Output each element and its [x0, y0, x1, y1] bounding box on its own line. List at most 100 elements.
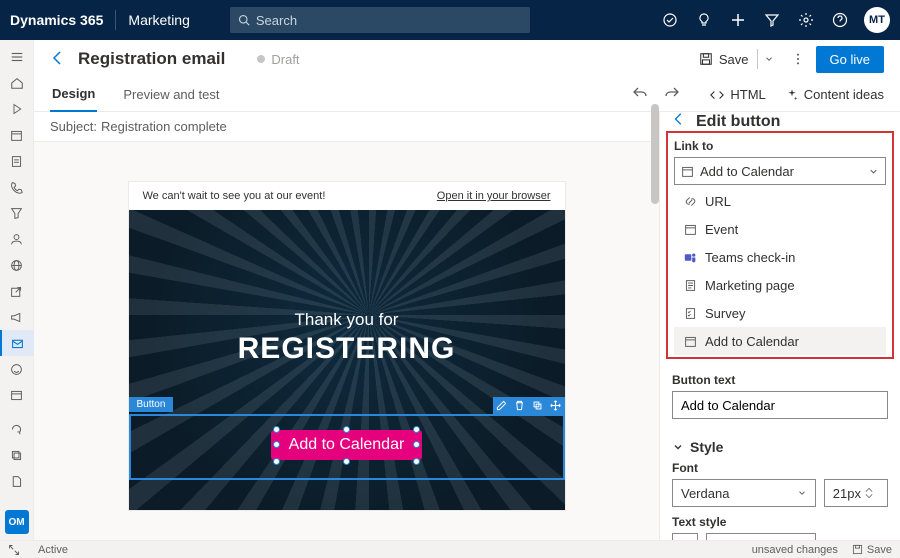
email-preview: We can't wait to see you at our event! O…	[129, 182, 565, 510]
rail-divider	[0, 408, 34, 416]
save-icon	[852, 544, 863, 555]
rail-export[interactable]	[0, 278, 34, 304]
button-text-input[interactable]	[672, 391, 888, 419]
tab-design[interactable]: Design	[50, 78, 97, 112]
om-badge[interactable]: OM	[5, 510, 29, 534]
chevron-down-icon	[797, 488, 807, 498]
chevron-down-icon	[868, 166, 879, 177]
save-icon	[699, 52, 713, 66]
rail-mail[interactable]	[0, 330, 34, 356]
duplicate-icon[interactable]	[529, 397, 547, 414]
rail-phone[interactable]	[0, 174, 34, 200]
status-save[interactable]: Save	[852, 544, 892, 556]
search-icon	[238, 14, 250, 26]
step-down-icon[interactable]	[865, 493, 873, 499]
hero-line1: Thank you for	[129, 310, 565, 330]
resize-handle[interactable]	[413, 441, 420, 448]
resize-handle[interactable]	[273, 426, 280, 433]
rail-megaphone[interactable]	[0, 304, 34, 330]
font-select[interactable]: Verdana	[672, 479, 816, 507]
delete-icon[interactable]	[511, 397, 529, 414]
user-avatar[interactable]: MT	[864, 7, 890, 33]
button-text-label: Button text	[672, 373, 888, 387]
gear-icon[interactable]	[790, 0, 822, 40]
link-to-highlight: Link to Add to Calendar URL Event Teams …	[666, 131, 894, 359]
back-arrow[interactable]	[50, 50, 66, 69]
resize-handle[interactable]	[413, 426, 420, 433]
resize-handle[interactable]	[343, 426, 350, 433]
redo-button[interactable]	[664, 85, 680, 104]
rail-smile[interactable]	[0, 356, 34, 382]
status-badge: Draft	[257, 52, 299, 67]
rail-copy[interactable]	[0, 442, 34, 468]
cta-button[interactable]: Add to Calendar	[271, 430, 423, 460]
sparkle-icon	[786, 89, 798, 101]
page-header: Registration email Draft Save Go live	[34, 40, 900, 78]
text-color-hex[interactable]	[706, 533, 816, 540]
scrollbar-thumb[interactable]	[651, 104, 659, 204]
font-label: Font	[672, 461, 888, 475]
option-marketing[interactable]: Marketing page	[674, 271, 886, 299]
rail-globe[interactable]	[0, 252, 34, 278]
save-button[interactable]: Save	[695, 48, 753, 71]
open-in-browser-link[interactable]: Open it in your browser	[437, 190, 551, 202]
resize-handle[interactable]	[343, 458, 350, 465]
rail-play[interactable]	[0, 96, 34, 122]
rail-person[interactable]	[0, 226, 34, 252]
rail-refresh[interactable]	[0, 416, 34, 442]
event-icon	[684, 223, 697, 236]
edit-panel: Edit button Link to Add to Calendar URL …	[659, 112, 900, 540]
style-accordion[interactable]: Style	[672, 439, 888, 455]
hero-image: Thank you for REGISTERING Button	[129, 210, 565, 510]
teams-icon	[684, 251, 697, 264]
add-icon[interactable]	[722, 0, 754, 40]
brand-divider	[115, 10, 116, 30]
font-size-input[interactable]: 21px	[824, 479, 888, 507]
tab-preview[interactable]: Preview and test	[121, 78, 221, 112]
content-ideas-button[interactable]: Content ideas	[786, 87, 884, 102]
link-icon	[684, 195, 697, 208]
more-menu[interactable]	[786, 47, 810, 71]
option-teams[interactable]: Teams check-in	[674, 243, 886, 271]
filter-icon[interactable]	[756, 0, 788, 40]
help-icon[interactable]	[824, 0, 856, 40]
resize-handle[interactable]	[273, 441, 280, 448]
option-url[interactable]: URL	[674, 187, 886, 215]
rail-home[interactable]	[0, 70, 34, 96]
rail-funnel[interactable]	[0, 200, 34, 226]
button-block-selection[interactable]: Button Add to Calendar	[129, 414, 565, 480]
rail-menu[interactable]	[0, 44, 34, 70]
edit-icon[interactable]	[493, 397, 511, 414]
option-event[interactable]: Event	[674, 215, 886, 243]
option-calendar[interactable]: Add to Calendar	[674, 327, 886, 355]
lightbulb-icon[interactable]	[688, 0, 720, 40]
rail-clipboard[interactable]	[0, 148, 34, 174]
save-split-chevron[interactable]	[757, 49, 780, 69]
code-icon	[710, 88, 724, 102]
rail-doc[interactable]	[0, 468, 34, 494]
assist-icon[interactable]	[654, 0, 686, 40]
rail-calendar[interactable]	[0, 122, 34, 148]
html-button[interactable]: HTML	[710, 87, 765, 102]
resize-handle[interactable]	[413, 458, 420, 465]
panel-back-arrow[interactable]	[672, 112, 686, 131]
option-survey[interactable]: Survey	[674, 299, 886, 327]
rail-window[interactable]	[0, 382, 34, 408]
brand-name: Dynamics 365	[10, 12, 103, 28]
subject-bar[interactable]: Subject: Registration complete	[34, 112, 659, 142]
global-nav: Dynamics 365 Marketing Search MT	[0, 0, 900, 40]
page-title: Registration email	[78, 49, 225, 69]
undo-button[interactable]	[632, 85, 648, 104]
app-area: Marketing	[128, 12, 189, 28]
text-style-label: Text style	[672, 515, 888, 529]
move-icon[interactable]	[547, 397, 565, 414]
expand-icon[interactable]	[8, 544, 20, 556]
link-to-label: Link to	[674, 139, 886, 153]
global-search[interactable]: Search	[230, 7, 530, 33]
text-color-swatch[interactable]	[672, 533, 698, 540]
button-tag: Button	[129, 397, 174, 412]
go-live-button[interactable]: Go live	[816, 46, 884, 73]
page-icon	[684, 279, 697, 292]
link-to-dropdown[interactable]: Add to Calendar	[674, 157, 886, 185]
resize-handle[interactable]	[273, 458, 280, 465]
